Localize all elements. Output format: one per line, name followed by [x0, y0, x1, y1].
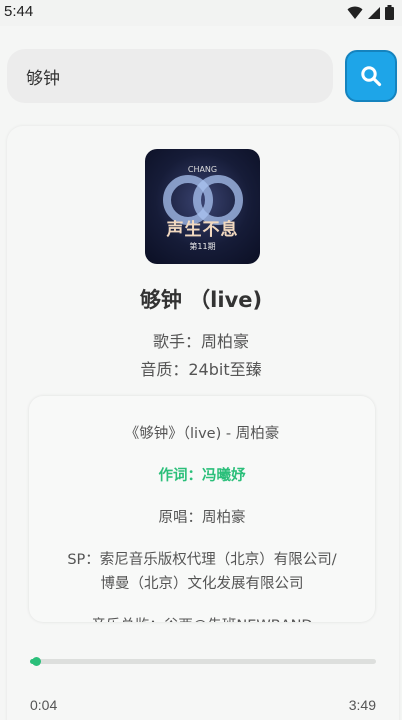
lyric-line: 音乐总监：谷西@先班NEWBAND	[29, 614, 375, 622]
progress-bar[interactable]	[30, 657, 376, 666]
signal-icon	[368, 6, 380, 19]
current-time: 0:04	[30, 697, 58, 713]
lyric-line: SP：索尼音乐版权代理（北京）有限公司/	[67, 552, 337, 568]
battery-icon	[385, 5, 394, 20]
lyric-line: 《够钟》（live) - 周柏豪	[124, 426, 280, 442]
lyric-line: 原唱：周柏豪	[158, 510, 246, 526]
search-bar	[7, 49, 333, 103]
quality-label: 音质：24bit至臻	[140, 360, 262, 379]
song-title: 够钟 （live)	[139, 288, 263, 312]
lyrics-panel[interactable]: 《够钟》（live) - 周柏豪 作词：冯曦妤 原唱：周柏豪 SP：索尼音乐版权…	[29, 396, 375, 622]
cover-title: 声生不息	[166, 220, 239, 240]
status-time: 5:44	[4, 3, 34, 20]
total-time: 3:49	[348, 697, 376, 713]
lyric-line-active: 作词：冯曦妤	[158, 468, 246, 484]
search-icon	[361, 66, 382, 87]
status-icons	[347, 5, 394, 20]
status-bar: 5:44	[0, 0, 402, 26]
lyric-line: 博曼（北京）文化发展有限公司	[100, 576, 304, 592]
wifi-icon	[347, 6, 363, 19]
progress-knob[interactable]	[31, 657, 41, 666]
cover-subtitle: 第11期	[189, 242, 216, 251]
album-cover: CHANG 声生不息 第11期	[145, 149, 260, 264]
singer-label: 歌手：周柏豪	[152, 332, 249, 351]
cover-brand: CHANG	[187, 165, 218, 174]
search-input[interactable]	[7, 49, 333, 103]
search-button[interactable]	[345, 50, 397, 102]
